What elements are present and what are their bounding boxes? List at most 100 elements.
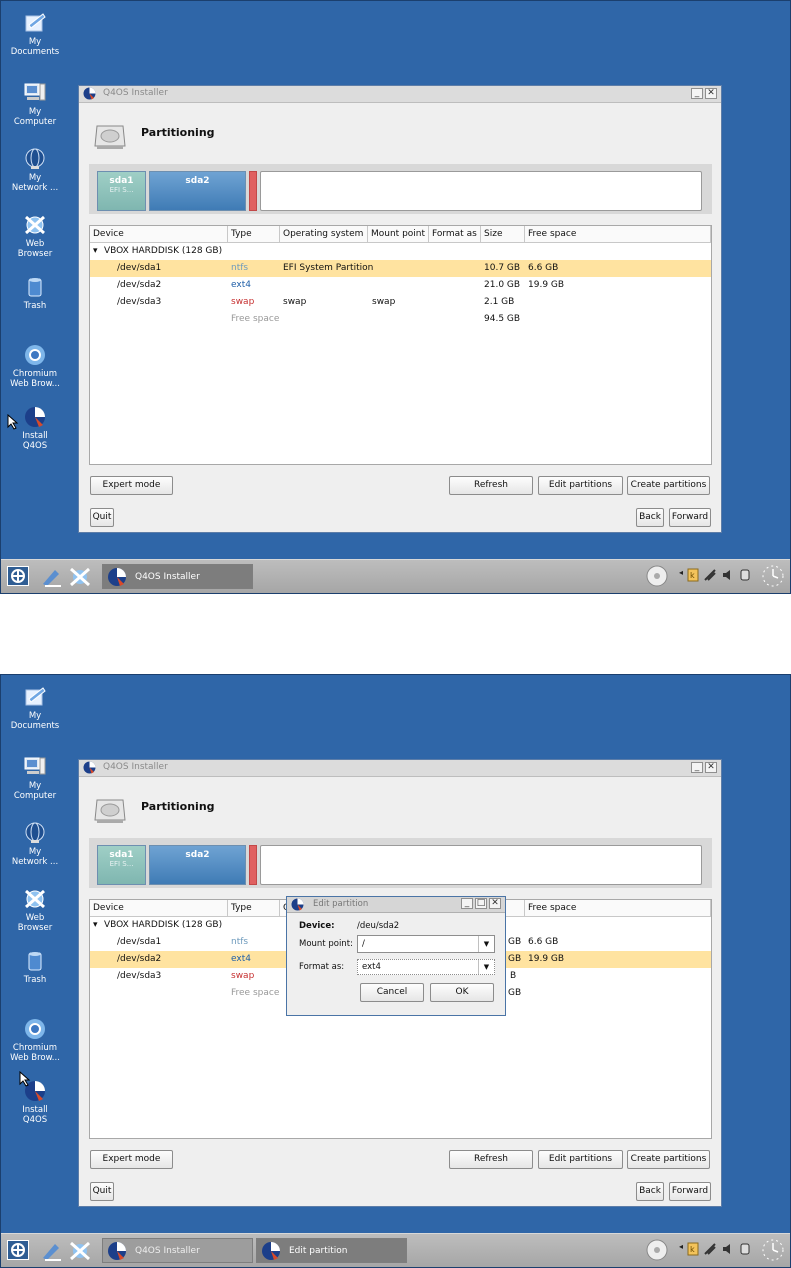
network-tray-icon[interactable] [703,1242,717,1256]
desktop-icon-trash[interactable]: Trash [9,275,61,311]
edit-partitions-button[interactable]: Edit partitions [538,1150,623,1169]
dialog-titlebar[interactable]: Edit partition _ □ ✕ [287,897,505,913]
column-header-device[interactable]: Device [90,900,228,916]
expand-arrow-icon[interactable]: ▾ [93,917,98,934]
disk-row[interactable]: ▾ VBOX HARDDISK (128 GB) [90,243,711,260]
desktop-icon-my-documents[interactable]: My Documents [9,11,61,57]
desktop-icon-label: My Computer [13,781,57,801]
desktop-icon-my-documents[interactable]: My Documents [9,685,61,731]
clipboard-klipper-icon[interactable]: k [687,568,699,582]
web-browser-launcher-icon[interactable] [69,1240,91,1262]
table-row[interactable]: /dev/sda3 swap swap swap 2.1 GB [90,294,711,311]
q4os-logo-icon [83,87,96,100]
partition-block-sda1[interactable]: sda1 EFI S... [97,171,146,211]
window-titlebar[interactable]: Q4OS Installer _ ✕ [79,86,721,103]
taskbar-task-installer[interactable]: Q4OS Installer [102,564,253,589]
chevron-down-icon[interactable]: ▼ [478,960,494,974]
cancel-button[interactable]: Cancel [360,983,424,1002]
expert-mode-button[interactable]: Expert mode [90,476,173,495]
create-partitions-button[interactable]: Create partitions [627,1150,710,1169]
column-header-device[interactable]: Device [90,226,228,242]
network-tray-icon[interactable] [703,568,717,582]
minimize-button[interactable]: _ [691,762,703,773]
start-menu-button[interactable] [7,1240,29,1260]
screenshot-before: My Documents My Computer My Network ... … [0,0,791,594]
expert-mode-button[interactable]: Expert mode [90,1150,173,1169]
table-row[interactable]: /dev/sda2 ext4 21.0 GB 19.9 GB [90,277,711,294]
taskbar-task-edit-partition[interactable]: Edit partition [256,1238,407,1263]
device-notifier-icon[interactable] [739,1242,751,1256]
create-partitions-button[interactable]: Create partitions [627,476,710,495]
column-header-free[interactable]: Free space [525,226,711,242]
partition-block-sda3[interactable] [249,845,257,885]
tray-expand-icon[interactable]: ◂ [679,1242,683,1251]
disc-icon[interactable] [646,565,668,587]
format-as-select[interactable]: ext4 ▼ [357,959,495,975]
clock-icon[interactable] [761,1238,785,1262]
partition-block-sda1[interactable]: sda1 EFI S... [97,845,146,885]
refresh-button[interactable]: Refresh [449,1150,533,1169]
clock-icon[interactable] [761,564,785,588]
partition-block-sda2[interactable]: sda2 [149,845,246,885]
desktop-icon-web-browser[interactable]: Web Browser [9,213,61,259]
column-header-size[interactable]: Size [481,226,525,242]
show-desktop-icon[interactable] [41,566,63,588]
disk-label: VBOX HARDDISK (128 GB) [104,920,223,930]
desktop-icon-my-computer[interactable]: My Computer [9,755,61,801]
table-row[interactable]: /dev/sda1 ntfs EFI System Partition 10.7… [90,260,711,277]
partition-name: sda2 [185,176,210,186]
volume-icon[interactable] [721,1242,735,1256]
chevron-down-icon[interactable]: ▼ [478,936,494,952]
minimize-button[interactable]: _ [691,88,703,99]
partition-block-free-space[interactable] [260,171,702,211]
desktop-icon-install-q4os[interactable]: Install Q4OS [9,1079,61,1125]
partition-block-free-space[interactable] [260,845,702,885]
desktop-icon-my-computer[interactable]: My Computer [9,81,61,127]
web-browser-launcher-icon[interactable] [69,566,91,588]
forward-button[interactable]: Forward [669,508,711,527]
volume-icon[interactable] [721,568,735,582]
desktop-icon-label: Trash [23,975,47,985]
desktop-icon-web-browser[interactable]: Web Browser [9,887,61,933]
edit-partitions-button[interactable]: Edit partitions [538,476,623,495]
back-button[interactable]: Back [636,508,664,527]
device-notifier-icon[interactable] [739,568,751,582]
column-header-format[interactable]: Format as [429,226,481,242]
column-header-type[interactable]: Type [228,900,280,916]
quit-button[interactable]: Quit [90,1182,114,1201]
start-menu-button[interactable] [7,566,29,586]
desktop-icon-chromium[interactable]: Chromium Web Brow... [9,1017,61,1063]
taskbar-task-installer[interactable]: Q4OS Installer [102,1238,253,1263]
dialog-maximize-button[interactable]: □ [475,898,487,909]
show-desktop-icon[interactable] [41,1240,63,1262]
column-header-mount[interactable]: Mount point [368,226,429,242]
column-header-free[interactable]: Free space [525,900,711,916]
close-button[interactable]: ✕ [705,88,717,99]
forward-button[interactable]: Forward [669,1182,711,1201]
clipboard-klipper-icon[interactable]: k [687,1242,699,1256]
expand-arrow-icon[interactable]: ▾ [93,243,98,260]
window-titlebar[interactable]: Q4OS Installer _ ✕ [79,760,721,777]
partition-block-sda2[interactable]: sda2 [149,171,246,211]
trash-icon [23,275,47,299]
column-header-type[interactable]: Type [228,226,280,242]
quit-button[interactable]: Quit [90,508,114,527]
table-row[interactable]: Free space 94.5 GB [90,311,711,328]
desktop-icon-chromium[interactable]: Chromium Web Brow... [9,343,61,389]
cell-type: ext4 [231,954,251,964]
partition-block-sda3[interactable] [249,171,257,211]
mount-point-combobox[interactable]: / ▼ [357,935,495,953]
ok-button[interactable]: OK [430,983,494,1002]
dialog-minimize-button[interactable]: _ [461,898,473,909]
tray-expand-icon[interactable]: ◂ [679,568,683,577]
cell-device: /dev/sda2 [117,280,162,290]
refresh-button[interactable]: Refresh [449,476,533,495]
close-button[interactable]: ✕ [705,762,717,773]
disc-icon[interactable] [646,1239,668,1261]
desktop-icon-my-network[interactable]: My Network ... [9,821,61,867]
column-header-os[interactable]: Operating system [280,226,368,242]
back-button[interactable]: Back [636,1182,664,1201]
desktop-icon-my-network[interactable]: My Network ... [9,147,61,193]
desktop-icon-trash[interactable]: Trash [9,949,61,985]
dialog-close-button[interactable]: ✕ [489,898,501,909]
